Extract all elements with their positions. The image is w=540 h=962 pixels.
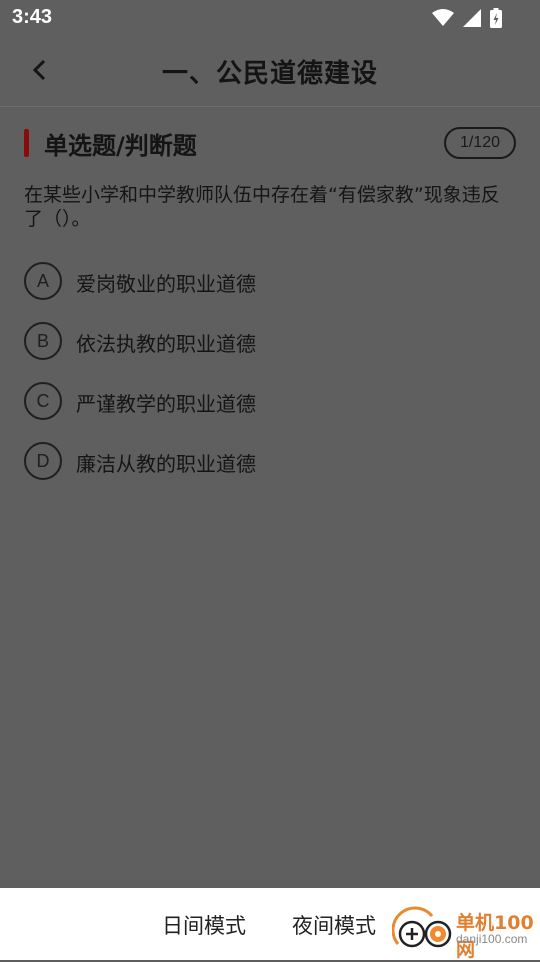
battery-icon (490, 8, 502, 32)
option-letter: D (24, 442, 62, 480)
night-mode-button[interactable]: 夜间模式 (292, 910, 376, 940)
watermark-icon (391, 906, 452, 948)
question-type-title: 单选题/判断题 (44, 132, 197, 160)
answer-options: A 爱岗敬业的职业道德 B 依法执教的职业道德 C 严谨教学的职业道德 D 廉洁… (24, 262, 516, 502)
option-a[interactable]: A 爱岗敬业的职业道德 (24, 262, 516, 322)
option-text: 依法执教的职业道德 (76, 332, 256, 356)
option-text: 严谨教学的职业道德 (76, 392, 256, 416)
option-letter: C (24, 382, 62, 420)
option-letter: A (24, 262, 62, 300)
accent-bar (24, 129, 29, 157)
option-text: 爱岗敬业的职业道德 (76, 272, 256, 296)
question-type-header: 单选题/判断题 1/120 (0, 124, 540, 164)
option-d[interactable]: D 廉洁从教的职业道德 (24, 442, 516, 502)
signal-icon (462, 8, 482, 32)
watermark-text-en: danji100.com (456, 932, 528, 946)
status-time: 3:43 (12, 6, 53, 28)
question-counter: 1/120 (443, 127, 516, 159)
option-c[interactable]: C 严谨教学的职业道德 (24, 382, 516, 442)
wifi-icon (432, 9, 454, 31)
page-title: 一、公民道德建设 (161, 59, 378, 89)
status-icons (432, 8, 502, 32)
option-letter: B (24, 322, 62, 360)
option-text: 廉洁从教的职业道德 (76, 452, 256, 476)
day-mode-button[interactable]: 日间模式 (162, 910, 246, 940)
option-b[interactable]: B 依法执教的职业道德 (24, 322, 516, 382)
watermark-logo: 单机100网 danji100.com (391, 906, 538, 961)
content-area: 3:43 一、公民道德建设 单选题/判断题 1/120 在某些小学和中学教师队伍… (0, 0, 540, 888)
app-bar: 一、公民道德建设 (0, 36, 540, 107)
status-bar: 3:43 (0, 0, 540, 36)
question-text: 在某些小学和中学教师队伍中存在着“有偿家教”现象违反了（）。 (24, 184, 500, 230)
mode-sheet: 日间模式 夜间模式 单机100网 danji100.com (0, 888, 540, 961)
